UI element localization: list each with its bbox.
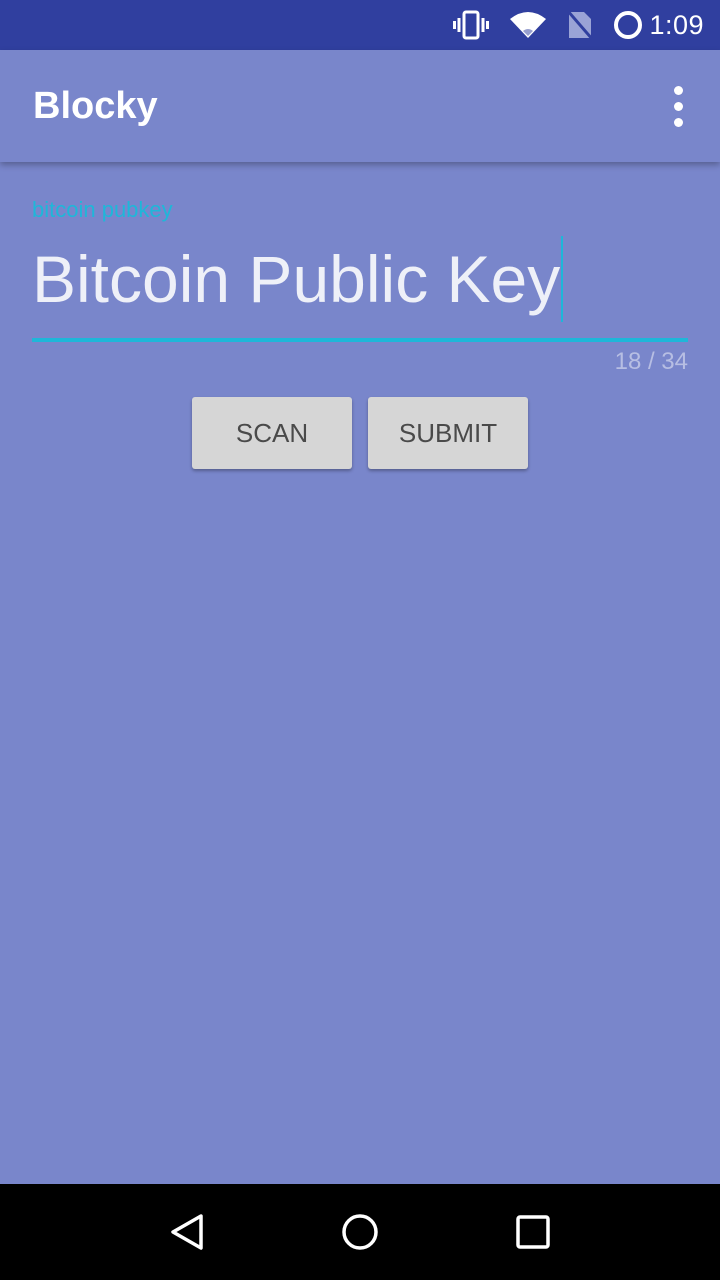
- main-content: bitcoin pubkey Bitcoin Public Key 18 / 3…: [0, 162, 720, 1184]
- app-title: Blocky: [33, 84, 158, 127]
- recents-icon: [516, 1215, 551, 1249]
- home-icon: [342, 1214, 378, 1250]
- action-buttons: SCAN SUBMIT: [0, 397, 720, 469]
- back-icon: [170, 1214, 203, 1250]
- status-bar: 1:09: [0, 0, 720, 50]
- pubkey-input[interactable]: Bitcoin Public Key: [32, 224, 688, 342]
- clock: 1:09: [649, 9, 704, 40]
- field-label: bitcoin pubkey: [32, 197, 173, 222]
- recents-button[interactable]: [493, 1192, 573, 1272]
- home-button[interactable]: [320, 1192, 400, 1272]
- vibrate-icon: [453, 10, 490, 40]
- input-text: Bitcoin Public Key: [32, 242, 561, 316]
- loading-icon: [613, 10, 643, 40]
- pubkey-input-value[interactable]: Bitcoin Public Key: [32, 236, 564, 322]
- pubkey-field: bitcoin pubkey Bitcoin Public Key 18 / 3…: [32, 196, 688, 376]
- submit-button[interactable]: SUBMIT: [368, 397, 528, 469]
- scan-button[interactable]: SCAN: [192, 397, 352, 469]
- more-options-button[interactable]: [656, 76, 700, 136]
- back-button[interactable]: [147, 1192, 227, 1272]
- navigation-bar: [0, 1184, 720, 1280]
- character-counter: 18 / 34: [614, 348, 688, 375]
- text-cursor: [561, 236, 564, 322]
- status-icons: [453, 10, 643, 40]
- wifi-icon: [509, 11, 547, 39]
- app-bar: Blocky: [0, 50, 720, 162]
- more-vert-icon: [673, 85, 683, 95]
- no-sim-icon: [567, 10, 594, 40]
